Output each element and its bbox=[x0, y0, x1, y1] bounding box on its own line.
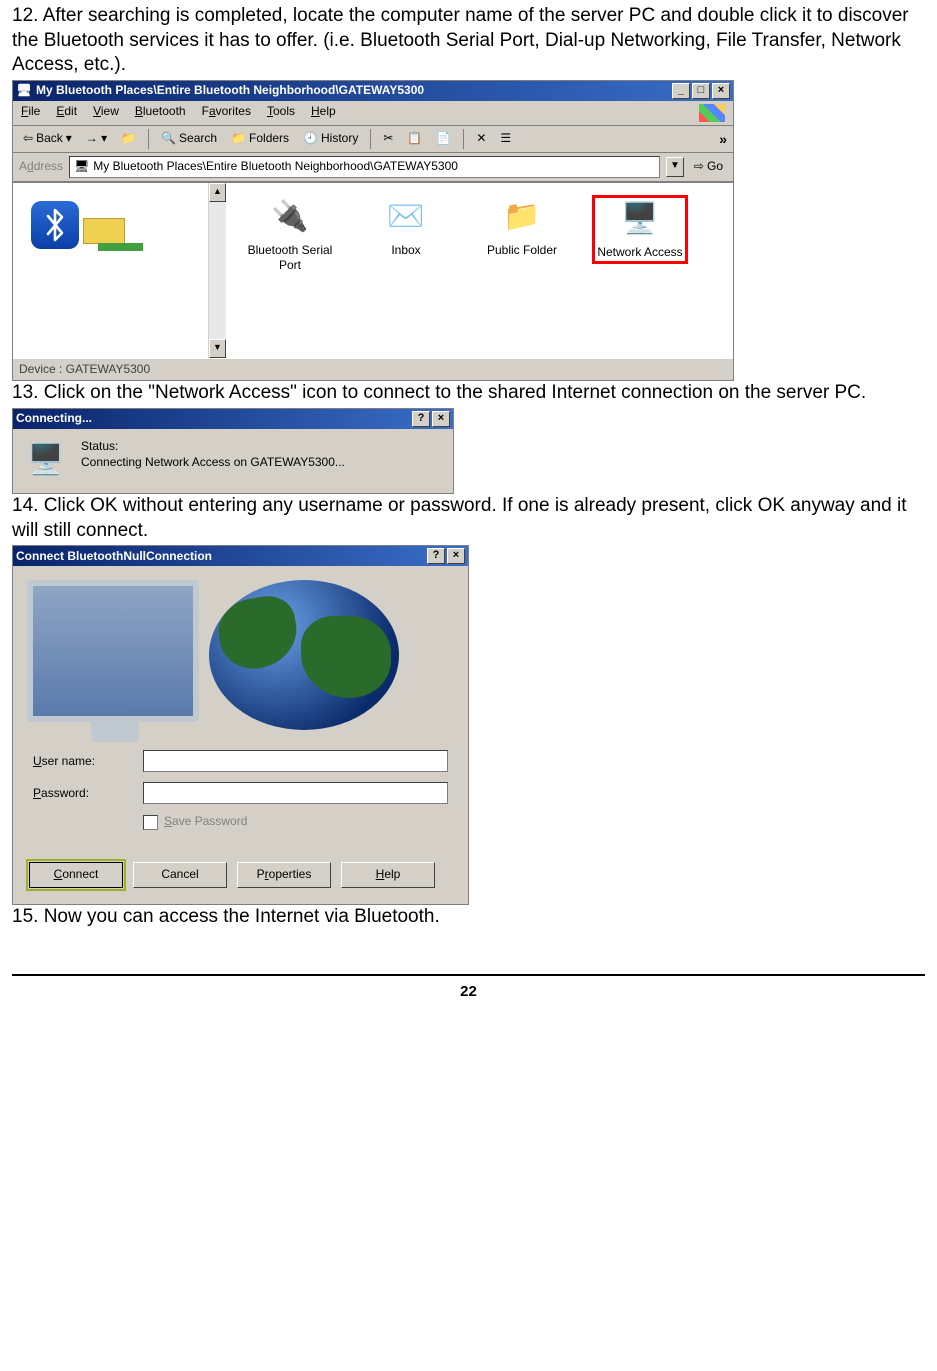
window-title: Connect BluetoothNullConnection bbox=[16, 549, 427, 565]
inbox-icon-item[interactable]: ✉️ Inbox bbox=[362, 197, 450, 259]
public-folder-icon-item[interactable]: 📁 Public Folder bbox=[478, 197, 566, 259]
icon-label: Network Access bbox=[596, 245, 684, 261]
menu-bar: File Edit View Bluetooth Favorites Tools… bbox=[13, 101, 733, 126]
footer-rule bbox=[12, 974, 925, 976]
side-scrollbar[interactable]: ▲ ▼ bbox=[209, 183, 226, 358]
close-button[interactable]: × bbox=[712, 83, 730, 99]
globe-icon bbox=[209, 580, 399, 730]
dialog-graphic bbox=[13, 566, 468, 744]
help-button[interactable]: ? bbox=[427, 548, 445, 564]
bluetooth-serial-port-icon[interactable]: 🔌 Bluetooth Serial Port bbox=[246, 197, 334, 274]
save-password-checkbox[interactable] bbox=[143, 815, 158, 830]
step-12-text: 12. After searching is completed, locate… bbox=[12, 4, 925, 78]
monitor-icon bbox=[27, 580, 199, 722]
menu-favorites[interactable]: Favorites bbox=[202, 104, 251, 122]
menu-edit[interactable]: Edit bbox=[56, 104, 77, 122]
back-button[interactable]: ⇦ Back ▾ bbox=[19, 129, 76, 149]
menu-help[interactable]: Help bbox=[311, 104, 336, 122]
history-button[interactable]: 🕘History bbox=[299, 129, 362, 149]
network-icon: 🖥️ bbox=[616, 199, 664, 239]
window-icon: 🖥 bbox=[16, 83, 32, 99]
step-15-text: 15. Now you can access the Internet via … bbox=[12, 905, 925, 930]
minimize-button[interactable]: _ bbox=[672, 83, 690, 99]
menu-bluetooth[interactable]: Bluetooth bbox=[135, 104, 186, 122]
step-14-text: 14. Click OK without entering any userna… bbox=[12, 494, 925, 543]
network-icon: 🖥️ bbox=[27, 439, 67, 479]
delete-icon[interactable]: ✕ bbox=[472, 129, 490, 149]
go-button[interactable]: ⇨Go bbox=[690, 157, 727, 177]
address-field[interactable]: 🖥 My Bluetooth Places\Entire Bluetooth N… bbox=[69, 156, 660, 178]
username-label: User name: bbox=[33, 754, 143, 770]
toolbar: ⇦ Back ▾ → ▾ 📁 🔍Search 📁Folders 🕘History… bbox=[13, 126, 733, 153]
connect-button[interactable]: Connect bbox=[29, 862, 123, 888]
window-title: My Bluetooth Places\Entire Bluetooth Nei… bbox=[36, 83, 672, 99]
address-bar: Address 🖥 My Bluetooth Places\Entire Blu… bbox=[13, 153, 733, 182]
side-panel bbox=[13, 183, 209, 358]
cut-icon[interactable]: ✂ bbox=[379, 129, 397, 149]
bluetooth-places-window: 🖥 My Bluetooth Places\Entire Bluetooth N… bbox=[12, 80, 734, 381]
maximize-button[interactable]: □ bbox=[692, 83, 710, 99]
window-title: Connecting... bbox=[16, 411, 412, 427]
help-button[interactable]: Help bbox=[341, 862, 435, 888]
paste-icon[interactable]: 📄 bbox=[432, 129, 455, 149]
icon-pane: 🔌 Bluetooth Serial Port ✉️ Inbox 📁 Publi… bbox=[226, 183, 733, 358]
icon-label: Bluetooth Serial Port bbox=[246, 243, 334, 274]
address-value: My Bluetooth Places\Entire Bluetooth Nei… bbox=[93, 159, 458, 175]
decor-yellow bbox=[83, 218, 125, 244]
username-input[interactable] bbox=[143, 750, 448, 772]
titlebar[interactable]: Connecting... ? × bbox=[13, 409, 453, 429]
titlebar[interactable]: Connect BluetoothNullConnection ? × bbox=[13, 546, 468, 566]
up-button[interactable]: 📁 bbox=[117, 129, 140, 149]
properties-button[interactable]: Properties bbox=[237, 862, 331, 888]
scroll-up-icon[interactable]: ▲ bbox=[209, 183, 226, 202]
connecting-dialog: Connecting... ? × 🖥️ Status: Connecting … bbox=[12, 408, 454, 494]
menu-view[interactable]: View bbox=[93, 104, 119, 122]
icon-label: Public Folder bbox=[478, 243, 566, 259]
folders-button[interactable]: 📁Folders bbox=[227, 129, 293, 149]
status-text: Connecting Network Access on GATEWAY5300… bbox=[81, 455, 345, 471]
properties-icon[interactable]: ☰ bbox=[496, 129, 515, 149]
scroll-down-icon[interactable]: ▼ bbox=[209, 339, 226, 358]
bluetooth-logo-icon bbox=[31, 201, 79, 249]
titlebar[interactable]: 🖥 My Bluetooth Places\Entire Bluetooth N… bbox=[13, 81, 733, 101]
address-icon: 🖥 bbox=[74, 159, 89, 175]
network-access-icon-item[interactable]: 🖥️ Network Access bbox=[594, 197, 686, 263]
decor-green bbox=[98, 243, 143, 251]
close-button[interactable]: × bbox=[447, 548, 465, 564]
serial-port-icon: 🔌 bbox=[266, 197, 314, 237]
forward-button[interactable]: → ▾ bbox=[82, 129, 111, 149]
windows-flag-icon bbox=[699, 104, 725, 122]
help-button[interactable]: ? bbox=[412, 411, 430, 427]
cancel-button[interactable]: Cancel bbox=[133, 862, 227, 888]
password-label: Password: bbox=[33, 786, 143, 802]
connect-dialog: Connect BluetoothNullConnection ? × User… bbox=[12, 545, 469, 905]
menu-tools[interactable]: Tools bbox=[267, 104, 295, 122]
inbox-icon: ✉️ bbox=[382, 197, 430, 237]
address-label: Address bbox=[19, 159, 63, 175]
save-password-label: Save Password bbox=[164, 814, 247, 830]
folder-icon: 📁 bbox=[498, 197, 546, 237]
page-number: 22 bbox=[12, 982, 925, 1002]
status-bar: Device : GATEWAY5300 bbox=[13, 358, 733, 381]
status-label: Status: bbox=[81, 439, 345, 455]
copy-icon[interactable]: 📋 bbox=[403, 129, 426, 149]
menu-file[interactable]: File bbox=[21, 104, 40, 122]
close-button[interactable]: × bbox=[432, 411, 450, 427]
icon-label: Inbox bbox=[362, 243, 450, 259]
password-input[interactable] bbox=[143, 782, 448, 804]
toolbar-overflow[interactable]: » bbox=[719, 130, 727, 148]
search-button[interactable]: 🔍Search bbox=[157, 129, 221, 149]
address-dropdown[interactable]: ▼ bbox=[666, 157, 684, 177]
step-13-text: 13. Click on the "Network Access" icon t… bbox=[12, 381, 925, 406]
